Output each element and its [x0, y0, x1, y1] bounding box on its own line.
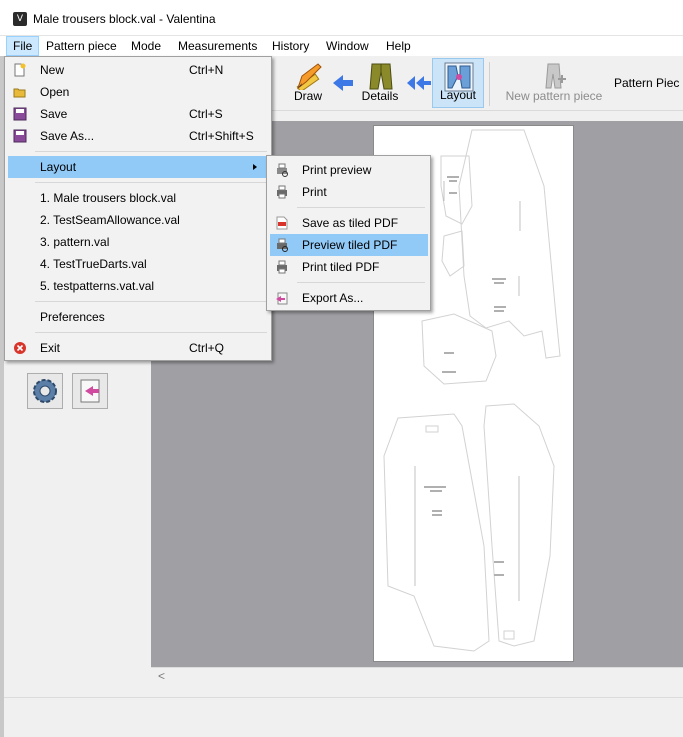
print-preview-tiled-icon: [277, 238, 288, 252]
toolbar-separator: [489, 62, 490, 106]
layout-mode-button[interactable]: Layout: [432, 58, 484, 108]
double-arrow-left-icon: [407, 76, 431, 90]
new-file-icon: [14, 63, 26, 77]
submenu-arrow-icon: [253, 164, 257, 170]
menu-item-print-preview[interactable]: Print preview: [270, 159, 428, 181]
valentina-logo-icon: V: [13, 12, 27, 26]
menu-separator: [35, 151, 267, 152]
menu-item-print-tiled-pdf[interactable]: Print tiled PDF: [270, 256, 428, 278]
menu-pattern-piece[interactable]: Pattern piece: [40, 36, 123, 56]
menu-item-recent-1[interactable]: 1. Male trousers block.val: [8, 187, 269, 209]
menu-item-preview-tiled-pdf[interactable]: Preview tiled PDF: [270, 234, 428, 256]
menu-item-save[interactable]: Save Ctrl+S: [8, 103, 269, 125]
menu-item-recent-4[interactable]: 4. TestTrueDarts.val: [8, 253, 269, 275]
pdf-icon: [276, 216, 288, 230]
menu-measurements[interactable]: Measurements: [172, 36, 263, 56]
export-layout-icon: [80, 379, 100, 403]
layout-settings-button[interactable]: [27, 373, 63, 409]
menu-mode[interactable]: Mode: [125, 36, 167, 56]
pattern-piece-toolbar-label: Pattern Piec: [614, 76, 680, 90]
export-icon: [276, 292, 288, 305]
details-mode-button[interactable]: Details: [356, 58, 404, 108]
menu-help[interactable]: Help: [380, 36, 417, 56]
menu-item-open[interactable]: Open: [8, 81, 269, 103]
menu-separator: [297, 207, 425, 208]
trousers-icon: [369, 63, 393, 90]
open-folder-icon: [13, 88, 26, 98]
menu-item-export-as[interactable]: Export As...: [270, 287, 428, 309]
printer-icon: [277, 185, 287, 199]
save-icon: [13, 107, 27, 121]
status-bar: [4, 697, 683, 737]
arrow-left-icon: [333, 75, 353, 91]
menu-item-recent-3[interactable]: 3. pattern.val: [8, 231, 269, 253]
menu-item-recent-2[interactable]: 2. TestSeamAllowance.val: [8, 209, 269, 231]
menu-separator: [35, 332, 267, 333]
menu-separator: [35, 182, 267, 183]
pencil-ruler-icon: [296, 63, 322, 90]
export-layout-button[interactable]: [72, 373, 108, 409]
menu-item-exit[interactable]: Exit Ctrl+Q: [8, 337, 269, 359]
menu-item-new[interactable]: New Ctrl+N: [8, 59, 269, 81]
printer-tiled-icon: [277, 260, 287, 274]
menu-file[interactable]: File: [6, 36, 40, 56]
menu-item-print[interactable]: Print: [270, 181, 428, 203]
exit-icon: [14, 342, 26, 354]
menu-item-save-tiled-pdf[interactable]: Save as tiled PDF: [270, 212, 428, 234]
menu-item-recent-5[interactable]: 5. testpatterns.vat.val: [8, 275, 269, 297]
menu-separator: [297, 282, 425, 283]
print-preview-icon: [277, 163, 288, 177]
details-mode-label: Details: [361, 89, 399, 103]
menu-history[interactable]: History: [266, 36, 315, 56]
title-bar: V Male trousers block.val - Valentina: [0, 0, 683, 36]
draw-mode-button[interactable]: Draw: [286, 58, 330, 108]
scroll-left-icon[interactable]: <: [158, 669, 165, 683]
menu-separator: [35, 301, 267, 302]
draw-mode-label: Draw: [293, 89, 322, 103]
file-menu: New Ctrl+N Open Save Ctrl+S Save As... C…: [4, 56, 272, 361]
new-pattern-piece-button[interactable]: New pattern piece: [498, 58, 610, 108]
menu-item-preferences[interactable]: Preferences: [8, 306, 269, 328]
menu-item-layout[interactable]: Layout: [8, 156, 269, 178]
menu-window[interactable]: Window: [320, 36, 375, 56]
menu-bar: File Pattern piece Mode Measurements His…: [0, 36, 683, 56]
new-pattern-piece-icon: [545, 63, 566, 89]
gear-icon: [33, 379, 57, 403]
layout-submenu: Print preview Print Save as tiled PDF Pr…: [266, 155, 431, 311]
layout-mode-label: Layout: [439, 88, 477, 102]
menu-item-save-as[interactable]: Save As... Ctrl+Shift+S: [8, 125, 269, 147]
save-as-icon: [13, 129, 27, 143]
horizontal-scrollbar[interactable]: <: [151, 667, 683, 684]
window-title: Male trousers block.val - Valentina: [33, 12, 216, 26]
new-pattern-piece-label: New pattern piece: [505, 89, 603, 103]
